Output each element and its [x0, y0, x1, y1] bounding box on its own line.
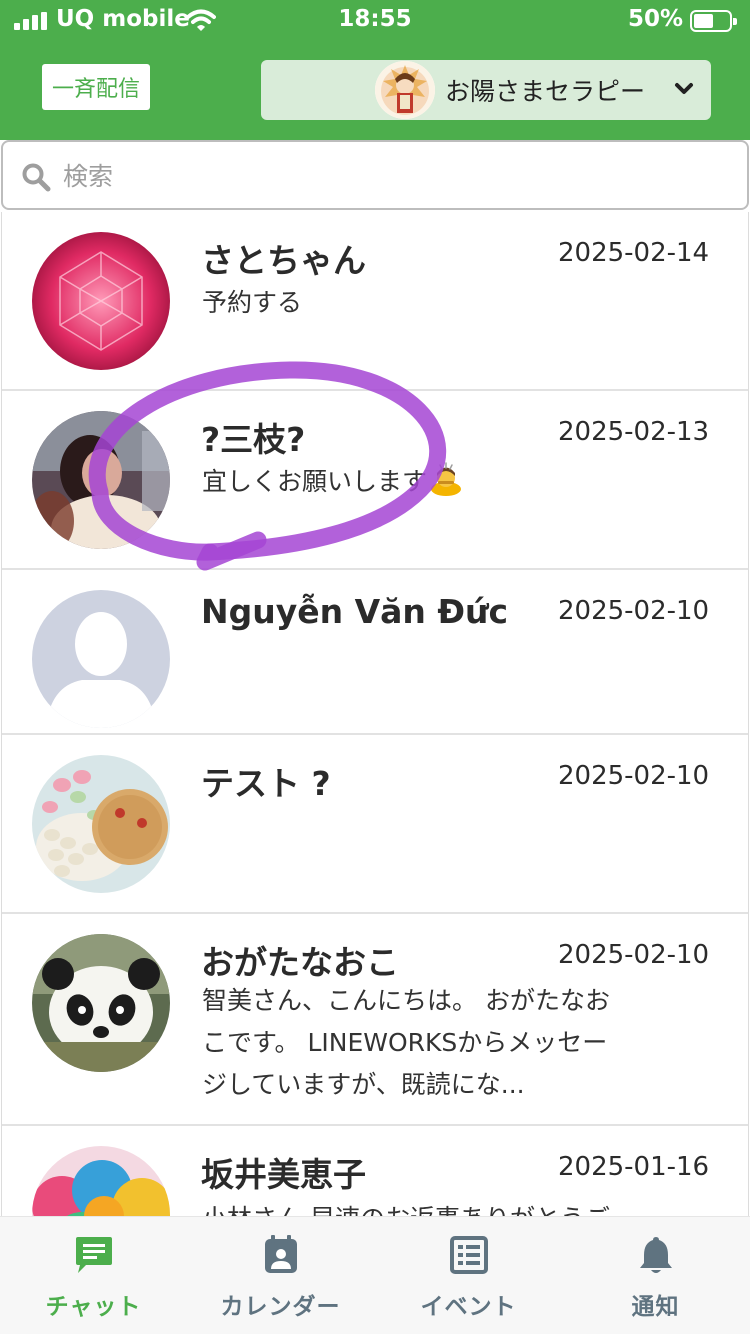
tab-chat[interactable]: チャット: [0, 1217, 187, 1334]
calendar-icon: [265, 1235, 297, 1273]
contact-name: おがたなおこ: [201, 943, 399, 982]
account-selector[interactable]: お陽さまセラピー: [261, 60, 711, 120]
chat-row[interactable]: おがたなおこ 2025-02-10 智美さん、こんにちは。 おがたなお こです。…: [2, 914, 748, 1126]
battery-icon: [690, 10, 737, 32]
chat-date: 2025-02-13: [558, 417, 710, 447]
app-header: UQ mobile 18:55 50% 一斉配信 お陽さまセラピー: [0, 0, 750, 140]
person-bowing-emoji-icon: [431, 462, 462, 496]
bottom-tab-bar: チャット カレンダー イベント 通知: [0, 1216, 750, 1334]
avatar: [32, 590, 170, 728]
chat-date: 2025-02-10: [558, 596, 710, 626]
battery-percent: 50%: [628, 6, 684, 32]
chat-date: 2025-02-14: [558, 238, 710, 268]
status-bar: UQ mobile 18:55 50%: [0, 0, 750, 44]
last-message-line: 智美さん、こんにちは。 おがたなお: [202, 986, 610, 1015]
tab-calendar[interactable]: カレンダー: [187, 1217, 374, 1334]
avatar: [32, 1146, 170, 1216]
chat-date: 2025-02-10: [558, 940, 710, 970]
tab-label: イベント: [420, 1294, 517, 1320]
contact-name: テスト ?: [201, 764, 331, 803]
account-avatar: [375, 61, 435, 119]
last-message-line: ジしていますが、既読にな...: [202, 1070, 525, 1099]
tab-label: チャット: [45, 1294, 142, 1320]
tab-event[interactable]: イベント: [375, 1217, 562, 1334]
search-input[interactable]: [63, 156, 663, 196]
account-name: お陽さまセラピー: [445, 77, 646, 106]
last-message: 宜しくお願いします: [202, 461, 672, 503]
search-icon: [22, 163, 51, 192]
chat-date: 2025-01-16: [558, 1152, 710, 1182]
avatar: [32, 755, 170, 893]
avatar: [32, 232, 170, 370]
tab-label: カレンダー: [220, 1294, 341, 1320]
tab-label: 通知: [631, 1294, 680, 1320]
broadcast-button[interactable]: 一斉配信: [42, 64, 150, 110]
last-message-line: こです。 LINEWORKSからメッセー: [202, 1028, 608, 1057]
tab-notifications[interactable]: 通知: [562, 1217, 749, 1334]
contact-name: 坂井美恵子: [201, 1155, 366, 1194]
chat-row[interactable]: テスト ? 2025-02-10: [2, 735, 748, 914]
chat-row[interactable]: Nguyễn Văn Đức 2025-02-10: [2, 570, 748, 735]
chat-date: 2025-02-10: [558, 761, 710, 791]
last-message-text: 宜しくお願いします: [202, 467, 428, 496]
event-list-icon: [450, 1236, 488, 1274]
avatar: [32, 934, 170, 1072]
search-bar: [1, 140, 749, 210]
avatar: [32, 411, 170, 549]
chat-list: さとちゃん 2025-02-14 予約する ?三枝? 2025-02-13 宜し…: [1, 212, 749, 1216]
last-message: 智美さん、こんにちは。 おがたなお こです。 LINEWORKSからメッセー ジ…: [202, 980, 672, 1106]
chevron-down-icon: [675, 83, 693, 94]
bell-icon: [640, 1237, 672, 1273]
contact-name: ?三枝?: [201, 420, 306, 459]
last-message: 予約する: [202, 288, 303, 317]
chat-row[interactable]: さとちゃん 2025-02-14 予約する: [2, 212, 748, 391]
contact-name: さとちゃん: [201, 241, 366, 280]
chat-row[interactable]: 坂井美恵子 2025-01-16 小林さん 早速のお返事ありがとうご: [2, 1126, 748, 1216]
last-message: 小林さん 早速のお返事ありがとうご: [202, 1198, 672, 1216]
contact-name: Nguyễn Văn Đức: [201, 592, 509, 631]
chat-icon: [76, 1237, 112, 1273]
chat-row[interactable]: ?三枝? 2025-02-13 宜しくお願いします: [2, 391, 748, 570]
